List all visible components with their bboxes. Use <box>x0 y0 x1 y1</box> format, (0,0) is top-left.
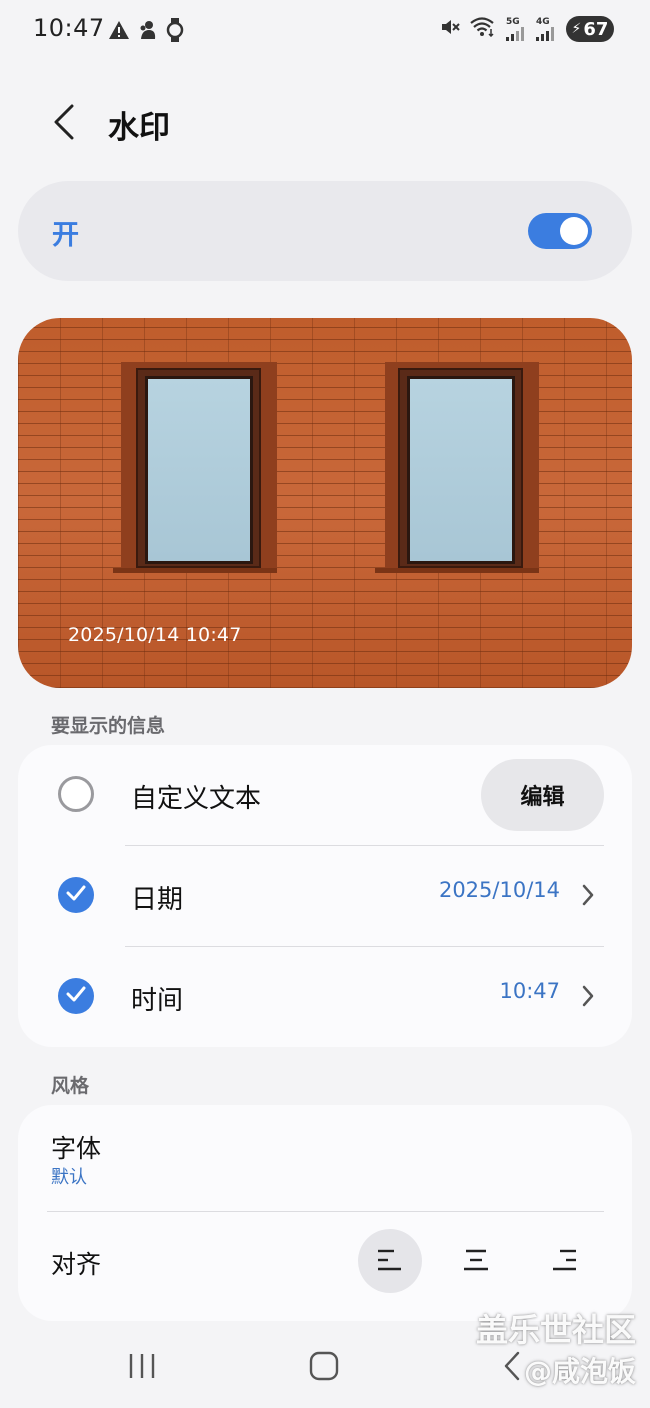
custom-text-label: 自定义文本 <box>131 784 262 814</box>
align-center-icon <box>463 1249 489 1274</box>
align-right-button[interactable] <box>532 1229 596 1293</box>
status-right-icons: 5G 4G ⚡ 67 <box>440 16 614 42</box>
master-switch-label: 开 <box>52 220 79 251</box>
battery-level: 67 <box>583 18 609 40</box>
page-header: 水印 <box>0 90 650 160</box>
warning-icon <box>108 20 130 44</box>
row-date[interactable]: 日期 2025/10/14 <box>18 846 632 946</box>
master-toggle[interactable] <box>528 213 592 249</box>
watermark-preview-image: 2025/10/14 10:47 <box>18 318 632 688</box>
watermark-text: 2025/10/14 10:47 <box>68 624 242 646</box>
network-5g-signal: 5G <box>506 16 526 41</box>
master-switch-card[interactable]: 开 <box>18 181 632 281</box>
divider <box>47 1211 604 1212</box>
community-watermark-title: 盖乐世社区 <box>475 1311 636 1349</box>
battery-indicator: ⚡ 67 <box>566 16 614 42</box>
toggle-knob <box>560 217 588 245</box>
chevron-left-icon <box>53 104 75 144</box>
date-checkbox[interactable] <box>58 877 94 913</box>
window-glass-left <box>145 376 253 564</box>
chevron-right-icon <box>582 985 594 1011</box>
time-label: 时间 <box>131 986 184 1016</box>
font-label: 字体 <box>51 1134 102 1163</box>
chevron-right-icon <box>582 884 594 910</box>
align-center-button[interactable] <box>444 1229 508 1293</box>
align-left-button[interactable] <box>358 1229 422 1293</box>
watch-icon <box>166 18 184 46</box>
style-card: 字体 默认 对齐 <box>18 1105 632 1321</box>
row-custom-text[interactable]: 自定义文本 编辑 <box>18 745 632 845</box>
date-label: 日期 <box>131 885 184 915</box>
recent-apps-icon <box>127 1352 157 1384</box>
charging-bolt-icon: ⚡ <box>571 21 582 37</box>
recent-apps-button[interactable] <box>118 1348 166 1388</box>
page-title: 水印 <box>108 110 170 146</box>
checkmark-icon <box>66 885 86 905</box>
custom-text-checkbox[interactable] <box>58 776 94 812</box>
align-right-icon <box>551 1249 577 1274</box>
row-time[interactable]: 时间 10:47 <box>18 947 632 1047</box>
status-left-icons <box>108 18 184 46</box>
time-checkbox[interactable] <box>58 978 94 1014</box>
window-glass-right <box>407 376 515 564</box>
home-button[interactable] <box>300 1348 348 1388</box>
align-label: 对齐 <box>51 1250 102 1279</box>
back-nav-icon <box>503 1351 521 1385</box>
home-icon <box>309 1351 339 1385</box>
back-button[interactable] <box>40 100 88 148</box>
network-4g-signal: 4G <box>536 16 556 41</box>
date-value: 2025/10/14 <box>438 878 560 902</box>
info-card: 自定义文本 编辑 日期 2025/10/14 时间 10:47 <box>18 745 632 1047</box>
checkmark-icon <box>66 986 86 1006</box>
window-sill-right <box>375 568 539 573</box>
wifi-icon <box>470 17 496 41</box>
time-value: 10:47 <box>499 979 560 1003</box>
status-time: 10:47 <box>33 14 105 42</box>
section-label-style: 风格 <box>51 1075 90 1097</box>
network-4g-label: 4G <box>536 16 550 27</box>
mute-icon <box>440 17 460 41</box>
font-row[interactable]: 字体 默认 <box>18 1105 632 1211</box>
app-notification-icon <box>138 19 158 45</box>
network-5g-label: 5G <box>506 16 520 27</box>
community-watermark-author: @咸泡饭 <box>523 1355 636 1388</box>
font-value: 默认 <box>51 1167 87 1188</box>
edit-button[interactable]: 编辑 <box>481 759 604 831</box>
align-left-icon <box>377 1249 403 1274</box>
window-sill-left <box>113 568 277 573</box>
section-label-info: 要显示的信息 <box>51 715 166 737</box>
status-bar: 10:47 5G 4G ⚡ 67 <box>0 0 650 60</box>
